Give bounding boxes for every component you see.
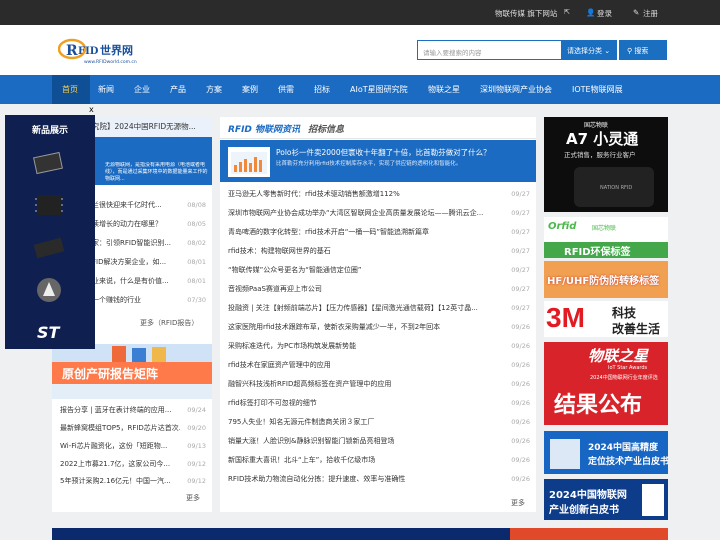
site-link[interactable]: 物联传媒 旗下网站 [495,8,557,19]
chip-image[interactable] [25,185,73,225]
search-input[interactable]: 请输入要搜索的内容 [417,40,562,60]
news-row[interactable]: 青岛啤酒的数字化转型：rfid技术开启“一桶一码”智能追溯新篇章 09/27 [228,224,530,240]
list-item[interactable]: 一个赚钱的行业 07/30 [92,292,206,308]
list-item[interactable]: 家：引领RFID智能识别... 08/02 [92,235,206,251]
nav-aiot[interactable]: AIoT星图研究院 [350,75,408,104]
search-button[interactable]: ⚲ 搜索 [619,40,667,60]
nav-home[interactable]: 首页 [52,75,90,104]
news-row[interactable]: 深圳市物联网产业协会成功举办“大湾区智联网企业高质量发展论坛——腾讯云企... 0… [228,205,530,221]
more-link[interactable]: 更多 [186,493,200,503]
edit-icon: ✎ [633,8,640,17]
news-row[interactable]: 融智兴科技浅析RFID超高频标签在资产管理中的应用 09/26 [228,376,530,392]
nav-cases[interactable]: 案例 [242,75,258,104]
list-item[interactable]: FID解决方案企业，如... 08/01 [92,254,206,270]
popup-title: 新品展示 [31,126,68,136]
ad-3m[interactable]: 3M 科技 改善生活 [544,301,668,337]
news-row[interactable]: rfid技术：构建物联网世界的基石 09/27 [228,243,530,259]
list-item[interactable]: 最新蜂窝模组TOP5，RFID芯片达首次... 09/20 [60,420,206,436]
news-row[interactable]: 这家医院用rfid技术跟踪布草，使新衣采购量减少一半，不到2年回本 09/26 [228,319,530,335]
news-row[interactable]: rfid标签打印不可忽视的细节 09/26 [228,395,530,411]
nav-tender[interactable]: 招标 [314,75,330,104]
external-link-icon: ⇱ [564,8,570,16]
nav-supply[interactable]: 供需 [278,75,294,104]
ads-column: 国芯物联 A7 小灵通 正式销售，服务行业客户 NATION RFID Orfi… [544,117,668,520]
chip-image[interactable] [25,143,73,183]
list-item[interactable]: 兰很快迎来千亿时代... 08/08 [92,197,206,213]
chip-image[interactable] [25,228,73,268]
category-label: 请选择分类 [567,47,602,55]
login-link[interactable]: 登录 [597,8,612,19]
svg-text:ST: ST [37,323,61,342]
news-row[interactable]: rfid技术在家庭资产管理中的应用 09/26 [228,357,530,373]
site-logo[interactable]: R FID 世界网 www.RFIDworld.com.cn [57,37,158,65]
top-bar: 物联传媒 旗下网站 ⇱ 👤 登录 ✎ 注册 [0,0,720,25]
search-icon: ⚲ [627,47,633,55]
news-row[interactable]: 新国标重大喜讯！北斗“上车”，拾收千亿级市场 09/26 [228,452,530,468]
bottom-banner[interactable] [52,528,536,540]
search-bar: 请输入要搜索的内容 请选择分类 ⌄ ⚲ 搜索 [417,40,667,60]
bottom-banner-right[interactable] [510,528,668,540]
news-row[interactable]: 音视频PaaS赛道再迎上市公司 09/27 [228,281,530,297]
svg-text:www.RFIDworld.com.cn: www.RFIDworld.com.cn [84,59,137,65]
main-nav: 首页 新闻 企业 产品 方案 案例 供需 招标 AIoT星图研究院 物联之星 深… [0,75,720,104]
svg-text:FID: FID [78,46,99,57]
nav-shenzhen-assoc[interactable]: 深圳物联网产业协会 [480,75,552,104]
more-news-link[interactable]: 更多 [511,498,525,508]
new-products-popup: 新品展示 ST [5,115,95,349]
news-row[interactable]: 销量大涨！人脸识别&静脉识别智能门锁新品亮相登场 09/26 [228,433,530,449]
news-row[interactable]: 亚马逊无人零售新时代：rfid技术驱动销售额激增112% 09/27 [228,186,530,202]
list-item[interactable]: Wi-Fi芯片融资化，这份「短距物... 09/13 [60,438,206,454]
news-row[interactable]: 采购标准迭代，为PC市场构筑发展新势能 09/26 [228,338,530,354]
nav-solutions[interactable]: 方案 [206,75,222,104]
list-item[interactable]: 2022上市募21.7亿，这家公司今... 09/12 [60,456,206,472]
user-icon: 👤 [586,8,596,17]
list-item[interactable]: 报告分享 | 蓝牙在表计终端的应用... 09/24 [60,402,206,418]
nav-iot-star[interactable]: 物联之星 [428,75,460,104]
category-select[interactable]: 请选择分类 ⌄ [562,40,617,60]
feature-title: Polo衫一件卖2000但寰收十年翻了十倍，比首勒芬做对了什么？ [276,148,491,157]
news-row[interactable]: “物联传媒”公众号更名为“智能通信定位圈” 09/27 [228,262,530,278]
close-icon[interactable]: x [89,105,94,114]
chevron-down-icon: ⌄ [604,47,611,55]
nav-iote[interactable]: IOTE物联网展 [572,75,623,104]
svg-text:世界网: 世界网 [100,43,133,57]
more-reports-link[interactable]: 更多（RFID报告） [140,318,198,328]
feature-thumbnail [228,147,270,177]
ad-positioning-whitepaper[interactable]: 2024中国高精度 定位技术产业白皮书 [544,431,668,474]
ad-innovation-whitepaper[interactable]: 2024中国物联网 产业创新白皮书 [544,479,668,520]
banner-title: 原创产研报告矩阵 [62,367,159,381]
list-item[interactable]: 5年预计采购2.16亿元！中国一汽... 09/12 [60,473,206,489]
tab-rfid-news[interactable]: RFID 物联网资讯 [228,122,300,135]
report-tab[interactable]: 究院】2024中国RFID无源物... [92,117,212,137]
register-link[interactable]: 注册 [643,8,658,19]
nav-news[interactable]: 新闻 [98,75,114,104]
feature-desc: 比首勒芬充分利用rfid技术控制库存水平，实现了供应链的透明化和智能化。 [276,161,462,167]
svg-text:R: R [66,43,78,59]
ad-anti-counterfeit[interactable]: HF/UHF防伪防转移标签 [544,261,668,298]
nav-products[interactable]: 产品 [170,75,186,104]
search-button-label: 搜索 [634,47,649,55]
ad-iot-star[interactable]: 物联之星 IoT Star Awards 2024中国物联网行业年度评选 结果公… [544,342,668,425]
list-item[interactable]: 续增长的动力在哪里？ 08/05 [92,216,206,232]
nav-enterprise[interactable]: 企业 [134,75,150,104]
news-row[interactable]: 投融资 | 关注【射频前端芯片】【压力传感器】【星间激光通信载荷】【12英寸晶.… [228,300,530,316]
tab-tender[interactable]: 招标信息 [308,122,344,135]
report-summary: 无源物联网，是指没有采用电源（电池或者电线），而是通过采集环境中的数据能量来工作… [105,162,208,182]
chip-image[interactable] [25,270,73,310]
ad-eco-tag[interactable]: Orfid 国芯物联 RFID环保标签 [544,217,668,258]
news-row[interactable]: 795人失业！知名无源元件制造商关闭３家工厂 09/26 [228,414,530,430]
list-item[interactable]: 业来说，什么是有价值... 08/01 [92,273,206,289]
ad-a7[interactable]: 国芯物联 A7 小灵通 正式销售，服务行业客户 NATION RFID [544,117,668,212]
news-row[interactable]: RFID技术助力物流自动化分拣：提升速度、效率与准确性 09/26 [228,471,530,487]
report-matrix-banner[interactable]: 原创产研报告矩阵 [52,344,212,399]
st-logo-icon: ST [25,311,73,351]
